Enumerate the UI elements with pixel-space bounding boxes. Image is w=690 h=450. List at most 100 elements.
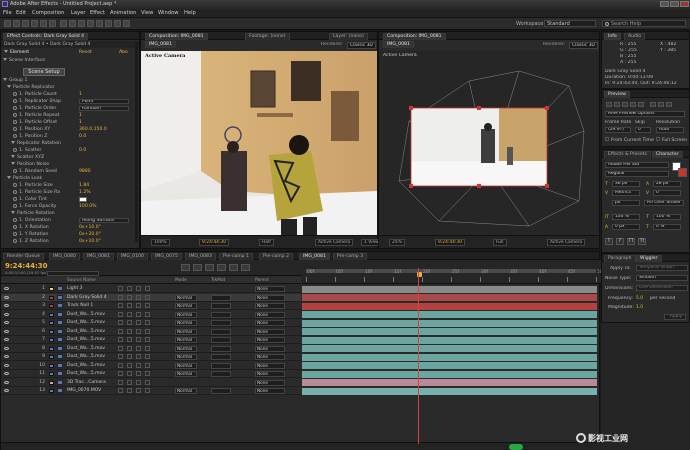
close-button[interactable] [680,1,689,7]
font-style-select[interactable]: Regular [605,171,669,177]
quality-switch-icon[interactable] [136,328,141,334]
stopwatch-icon[interactable] [13,224,17,229]
collapse-switch-icon[interactable] [127,379,132,385]
timeline-timecode[interactable]: 9:24:44:30 [5,262,48,270]
comp-resolution-select[interactable]: Half [259,239,274,246]
tab-timeline-6[interactable]: Pre-comp 1 [219,253,254,260]
graph-editor-button[interactable] [241,264,250,271]
play-button[interactable] [622,102,628,107]
layer-name[interactable]: Light 3 [67,285,117,293]
quality-switch-icon[interactable] [136,388,141,393]
layer-name[interactable]: Dust_Wa...5.mov [67,336,117,344]
menu-animation[interactable]: Animation [110,10,136,16]
layer-mode-select[interactable]: Normal [175,388,197,394]
layer-mode-select[interactable]: Normal [175,354,197,360]
camera-timecode[interactable]: 9:24:44:30 [435,239,465,246]
comp-timecode[interactable]: 9:24:44:30 [199,239,229,246]
layer-parent-select[interactable]: None [255,337,285,343]
layer-trkmat-select[interactable] [211,328,231,335]
shy-switch-icon[interactable] [118,294,123,300]
fx-switch-icon[interactable] [145,294,150,300]
shy-switch-icon[interactable] [118,286,123,291]
layer-label-color[interactable] [49,389,54,393]
next-frame-button[interactable] [630,102,636,107]
tab-timeline-5[interactable]: IMG_0083 [185,253,216,260]
layer-parent-select[interactable]: None [255,379,285,386]
layer-mode-select[interactable]: Normal [175,311,197,318]
effect-property-row[interactable]: 1. Random Seed 9880 [1,168,139,175]
layer-parent-select[interactable]: None [255,371,285,377]
tab-footage[interactable]: Footage: (none) [245,33,290,40]
layer-duration-bar[interactable] [302,294,597,301]
effect-property-row[interactable]: Scatter XYZ [1,154,139,161]
quality-switch-icon[interactable] [136,303,141,308]
effect-element-row[interactable]: Element Reset Abo [1,49,139,56]
layer-name[interactable]: Dust_Wa...5.mov [67,362,117,370]
layer-duration-bar[interactable] [302,311,597,318]
help-search-input[interactable]: Search Help [602,20,686,27]
eye-visibility-icon[interactable] [4,372,9,375]
tab-timeline-8[interactable]: IMG_0081 [299,253,330,260]
shy-switch-icon[interactable] [118,362,123,368]
layer-parent-select[interactable]: None [255,328,285,335]
stopwatch-icon[interactable] [13,112,17,117]
disclosure-triangle-icon[interactable] [11,162,15,165]
layer-mode-select[interactable]: Normal [175,294,197,301]
full-screen-checkbox[interactable]: Full Screen [656,137,687,143]
effect-property-row[interactable]: 1. Particle Size Ra 1.2% [1,189,139,196]
timeline-layer-row[interactable]: 1 Light 3 None [1,285,301,293]
stopwatch-icon[interactable] [13,217,17,222]
effect-property-row[interactable]: 1. Color Tint [1,196,139,203]
rectangle-tool-icon[interactable] [60,20,67,27]
effect-property-row[interactable]: 1. Position Z 0.0 [1,133,139,140]
magnitude-value[interactable]: 1.0 [636,305,643,310]
shy-switch-icon[interactable] [118,371,123,376]
fx-switch-icon[interactable] [145,328,150,334]
layer-label-color[interactable] [49,372,54,376]
col-trkmat[interactable]: TrkMat [211,277,225,284]
layer-name[interactable]: Dust_Wa...5.mov [67,353,117,361]
menu-file[interactable]: File [3,10,12,16]
disclosure-triangle-icon[interactable] [3,58,7,61]
hand-tool-icon[interactable] [13,20,20,27]
quality-switch-icon[interactable] [136,294,141,300]
effect-property-row[interactable]: 1. Particle Repeat 1 [1,112,139,119]
tab-effects-presets[interactable]: Effects & Presets [604,151,651,158]
eye-visibility-icon[interactable] [4,304,9,307]
layer-parent-select[interactable]: None [255,345,285,352]
layer-parent-select[interactable]: None [255,354,285,360]
effect-property-row[interactable]: 1. Force Opacity 100.0% [1,203,139,210]
effect-controls-scrollbar[interactable] [135,42,138,242]
layer-label-color[interactable] [49,312,54,317]
fx-switch-icon[interactable] [145,354,150,359]
timeline-layer-row[interactable]: 7 Dust_Wa...5.mov Normal None [1,336,301,344]
eye-visibility-icon[interactable] [4,355,9,358]
shy-switch-icon[interactable] [118,379,123,385]
effect-property-value[interactable]: 360.0,150.0 [79,126,107,133]
stroke-color-swatch[interactable] [678,168,687,177]
stopwatch-icon[interactable] [13,98,17,103]
effect-property-value[interactable]: 0.0 [79,133,86,140]
camera-view-subtab[interactable]: IMG_0081 [383,41,414,48]
layer-name[interactable]: Dark Gray Solid 4 [67,294,117,302]
layer-label-color[interactable] [49,346,54,351]
vertical-scale-field[interactable]: 100 % [612,214,640,220]
effect-property-row[interactable]: 1. Position XY 360.0,150.0 [1,126,139,133]
tab-preview[interactable]: Preview [604,91,630,98]
wiggler-apply-button[interactable]: Apply [664,314,686,320]
effect-property-row[interactable]: 1. Replicator Shap Point [1,98,139,105]
effect-property-row[interactable]: 1. Scatter 0.0 [1,147,139,154]
layer-label-color[interactable] [49,380,54,385]
fx-switch-icon[interactable] [145,345,150,351]
tab-timeline-2[interactable]: IMG_0081 [83,253,114,260]
collapse-switch-icon[interactable] [127,371,132,376]
shy-switch-icon[interactable] [118,345,123,351]
layer-duration-bar[interactable] [302,379,597,386]
layer-name[interactable]: Dust_Wa...5.mov [67,319,117,327]
layer-name[interactable]: Track Null 1 [67,302,117,310]
tab-wiggler[interactable]: Wiggler [636,255,662,262]
eye-visibility-icon[interactable] [4,346,9,350]
tab-character[interactable]: Character [652,151,683,158]
camera-zoom-select[interactable]: 25% [389,239,405,246]
tab-composition-2[interactable]: Composition: IMG_0081 [383,33,446,40]
